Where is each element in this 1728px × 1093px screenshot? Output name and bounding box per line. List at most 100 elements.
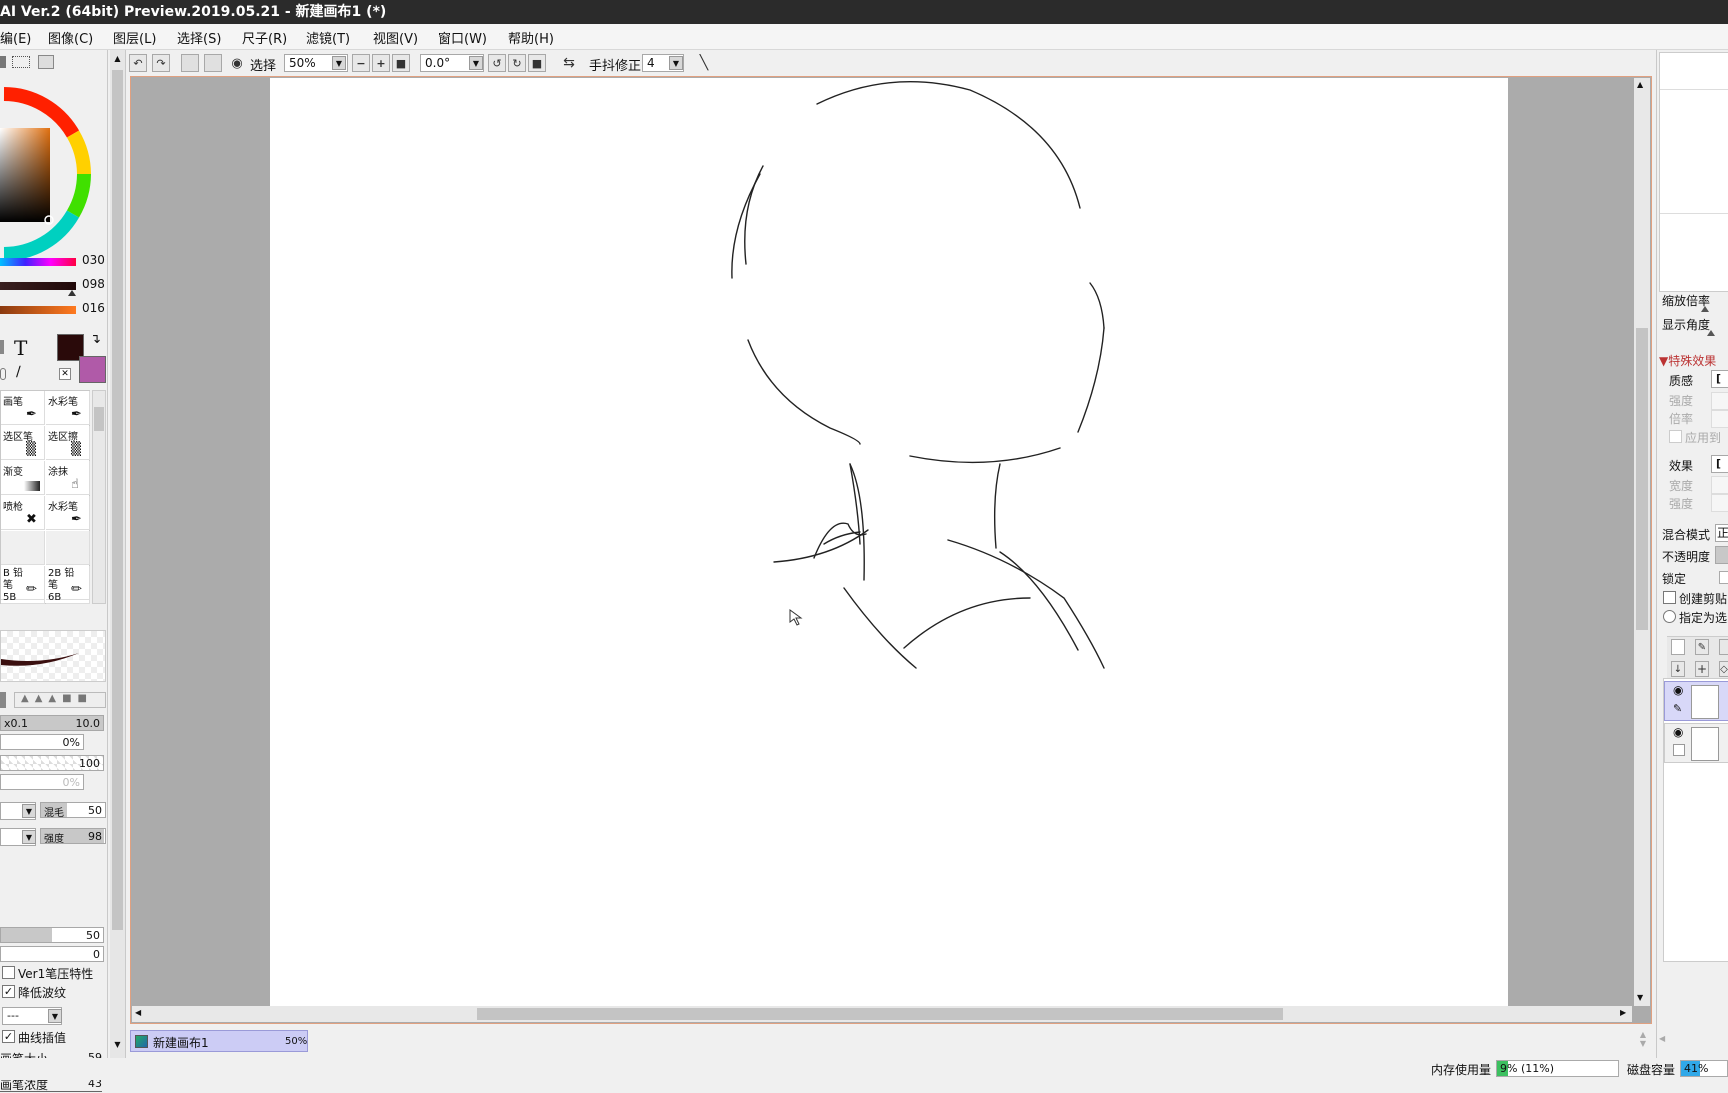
text-tool-icon[interactable]: T — [14, 336, 27, 360]
effect-strength-field[interactable] — [1711, 494, 1728, 512]
brush-tip-shapes[interactable]: ▲▲▲■■ — [14, 692, 106, 708]
brush-size-slider[interactable]: x0.1 10.0 — [0, 715, 104, 731]
eyedropper-icon[interactable]: ∕ — [16, 364, 21, 380]
hue-slider[interactable] — [0, 258, 76, 266]
scroll-thumb[interactable] — [112, 70, 123, 930]
chevron-down-icon[interactable]: ▼ — [332, 56, 346, 70]
menu-window[interactable]: 窗口(W) — [438, 28, 487, 47]
menu-filter[interactable]: 滤镜(T) — [306, 28, 350, 47]
brush-empty-2[interactable] — [46, 531, 90, 565]
brush-gradient[interactable]: 渐变 — [1, 461, 45, 495]
saturation-slider[interactable] — [0, 282, 76, 290]
left-panel-scrollbar[interactable]: ▲ ▼ — [110, 50, 126, 1058]
brush-pen[interactable]: 画笔 ✒ — [1, 391, 45, 425]
ver1-pressure-checkbox[interactable] — [2, 966, 15, 979]
effect-select[interactable]: [ — [1711, 455, 1728, 473]
chevron-down-icon[interactable]: ▼ — [48, 1009, 62, 1023]
brush-grid-scrollbar[interactable] — [92, 390, 106, 604]
canvas-tab[interactable]: 新建画布1 50% — [130, 1030, 308, 1052]
texture-select[interactable]: [ — [1711, 370, 1728, 388]
brush-6b[interactable]: 6B — [46, 590, 90, 604]
brush-5b[interactable]: 5B — [1, 590, 45, 604]
layer-row[interactable]: ◉ — [1664, 723, 1728, 763]
redo-icon[interactable]: ↷ — [152, 54, 170, 72]
brush-empty-1[interactable] — [1, 531, 45, 565]
scroll-up-icon[interactable]: ▲ — [112, 54, 123, 66]
zoom-reset-icon[interactable]: ■ — [392, 54, 410, 72]
blend-mode-select[interactable]: 正 — [1715, 524, 1728, 542]
eye-icon[interactable]: ◉ — [1673, 683, 1683, 697]
line-tool-icon[interactable]: ╲ — [695, 54, 713, 72]
new-pen-layer-icon[interactable]: ✎ — [1695, 639, 1709, 655]
scroll-left-icon[interactable]: ◀ — [135, 1008, 141, 1017]
min-size-slider[interactable]: 0% — [0, 734, 84, 750]
display-angle-marker[interactable] — [1707, 330, 1715, 336]
menu-help[interactable]: 帮助(H) — [508, 28, 554, 47]
add-layer-icon[interactable]: + — [1695, 661, 1709, 677]
navigator-preview[interactable] — [1659, 52, 1728, 292]
chevron-down-icon[interactable]: ▼ — [22, 804, 36, 818]
apply-checkbox[interactable] — [1669, 430, 1682, 443]
menu-edit[interactable]: 编(E) — [0, 28, 31, 47]
scroll-up-icon[interactable]: ▲ — [1637, 80, 1643, 89]
param-slider-2[interactable]: 0 — [0, 946, 104, 962]
clear-layer-icon[interactable]: ◇ — [1719, 661, 1728, 677]
chevron-down-icon[interactable]: ▼ — [469, 56, 483, 70]
transparent-color-icon[interactable]: ✕ — [59, 368, 71, 380]
canvas-horizontal-scrollbar[interactable]: ◀ ▶ — [132, 1006, 1632, 1022]
rgb-slider-tab-icon[interactable] — [12, 56, 30, 68]
drawing-canvas[interactable] — [270, 78, 1508, 1006]
brush-watercolor[interactable]: 水彩笔 ✒ — [46, 391, 90, 425]
lasso-tool-icon[interactable] — [0, 368, 6, 380]
scroll-thumb[interactable] — [1636, 328, 1648, 630]
menu-ruler[interactable]: 尺子(R) — [242, 28, 287, 47]
tab-scroll-arrows[interactable]: ▲ ▼ — [1636, 1030, 1650, 1054]
zoom-out-icon[interactable]: − — [352, 54, 370, 72]
brush-airbrush[interactable]: 喷枪 ✖ — [1, 496, 45, 530]
new-layer-icon[interactable] — [1671, 639, 1685, 655]
value-slider[interactable] — [0, 306, 76, 314]
eye-icon[interactable]: ◉ — [1673, 725, 1683, 739]
curve-interp-checkbox[interactable]: ✓ — [2, 1030, 15, 1043]
scroll-down-icon[interactable]: ▼ — [112, 1040, 123, 1052]
min-density-slider[interactable]: 0% — [0, 774, 84, 790]
param-slider-1[interactable]: 50 — [0, 927, 104, 943]
palette-tab-icon[interactable] — [38, 55, 54, 69]
density-slider[interactable]: 100 — [0, 755, 104, 771]
lock-checkbox[interactable] — [1719, 571, 1728, 584]
undo-icon[interactable]: ↶ — [129, 54, 147, 72]
blending-slider[interactable]: 混毛 50 — [40, 802, 106, 819]
select-tool-icon[interactable] — [0, 340, 4, 354]
texture-strength-field[interactable] — [1711, 392, 1728, 410]
clip-checkbox[interactable] — [1663, 591, 1676, 604]
rotate-left-icon[interactable]: ↺ — [488, 54, 506, 72]
persistence-slider[interactable]: 强度 98 — [40, 828, 106, 845]
special-effects-header[interactable]: ▼特殊效果 — [1659, 352, 1716, 369]
pen-density-track[interactable] — [0, 1091, 102, 1092]
menu-view[interactable]: 视图(V) — [373, 28, 418, 47]
deselect-icon[interactable] — [181, 54, 199, 72]
menu-image[interactable]: 图像(C) — [48, 28, 93, 47]
effect-width-field[interactable] — [1711, 476, 1728, 494]
rotate-right-icon[interactable]: ↻ — [508, 54, 526, 72]
layer-row-selected[interactable]: ◉ ✎ — [1664, 681, 1728, 721]
opacity-slider[interactable] — [1715, 546, 1728, 564]
brush-watercolor-2[interactable]: 水彩笔 ✒ — [46, 496, 90, 530]
scroll-thumb[interactable] — [477, 1008, 1283, 1020]
texture-rate-field[interactable] — [1711, 410, 1728, 428]
eye-icon[interactable]: ◉ — [228, 54, 246, 72]
brush-select-eraser[interactable]: 选区擦 ▒ — [46, 426, 90, 460]
merge-down-icon[interactable]: ↓ — [1671, 661, 1685, 677]
zoom-rate-marker[interactable] — [1701, 306, 1709, 312]
rotate-reset-icon[interactable]: ■ — [528, 54, 546, 72]
chevron-down-icon[interactable]: ▼ — [22, 830, 36, 844]
brush-smudge[interactable]: 涂抹 ☝ — [46, 461, 90, 495]
brush-select-pen[interactable]: 选区笔 ▒ — [1, 426, 45, 460]
scroll-down-icon[interactable]: ▼ — [1637, 993, 1643, 1002]
brush-shape-button[interactable] — [0, 692, 6, 708]
scroll-left-icon[interactable]: ◀ — [1659, 1034, 1665, 1043]
selection-source-radio[interactable] — [1663, 610, 1676, 623]
menu-select[interactable]: 选择(S) — [177, 28, 221, 47]
flip-horizontal-icon[interactable]: ⇆ — [560, 54, 578, 72]
reduce-ripple-checkbox[interactable]: ✓ — [2, 985, 15, 998]
